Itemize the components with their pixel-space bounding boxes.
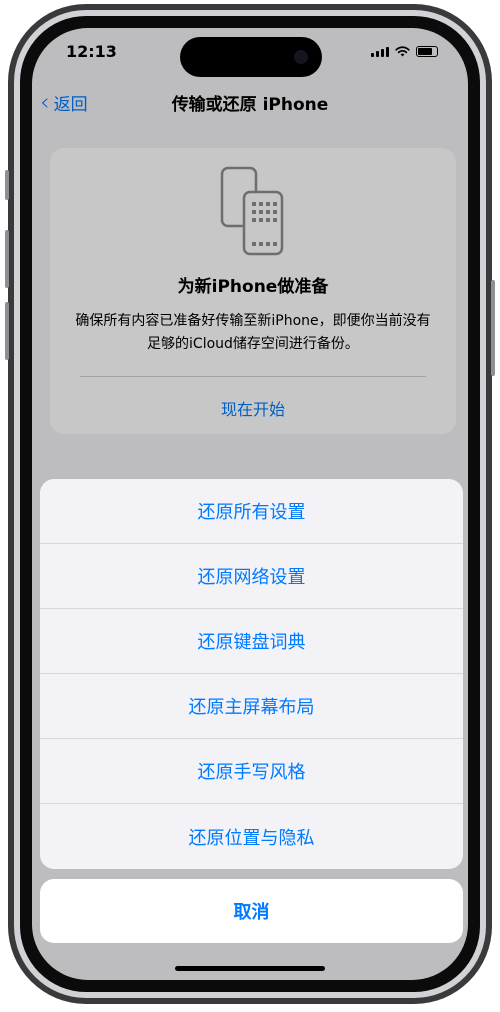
reset-handwriting-style-button[interactable]: 还原手写风格 (40, 739, 463, 804)
action-button (5, 170, 9, 200)
volume-down-button (5, 302, 9, 360)
reset-network-settings-button[interactable]: 还原网络设置 (40, 544, 463, 609)
phone-screen: 12:13 ‹ 返回 传输或还原 iPhone 为新iPhone做准备 确保所有… (32, 28, 468, 980)
reset-all-settings-button[interactable]: 还原所有设置 (40, 479, 463, 544)
home-indicator (175, 966, 325, 971)
volume-up-button (5, 230, 9, 288)
reset-keyboard-dictionary-button[interactable]: 还原键盘词典 (40, 609, 463, 674)
reset-home-screen-layout-button[interactable]: 还原主屏幕布局 (40, 674, 463, 739)
cancel-button[interactable]: 取消 (40, 879, 463, 943)
reset-location-privacy-button[interactable]: 还原位置与隐私 (40, 804, 463, 869)
reset-action-sheet: 还原所有设置 还原网络设置 还原键盘词典 还原主屏幕布局 还原手写风格 还原位置… (40, 479, 463, 869)
power-button (491, 280, 495, 376)
